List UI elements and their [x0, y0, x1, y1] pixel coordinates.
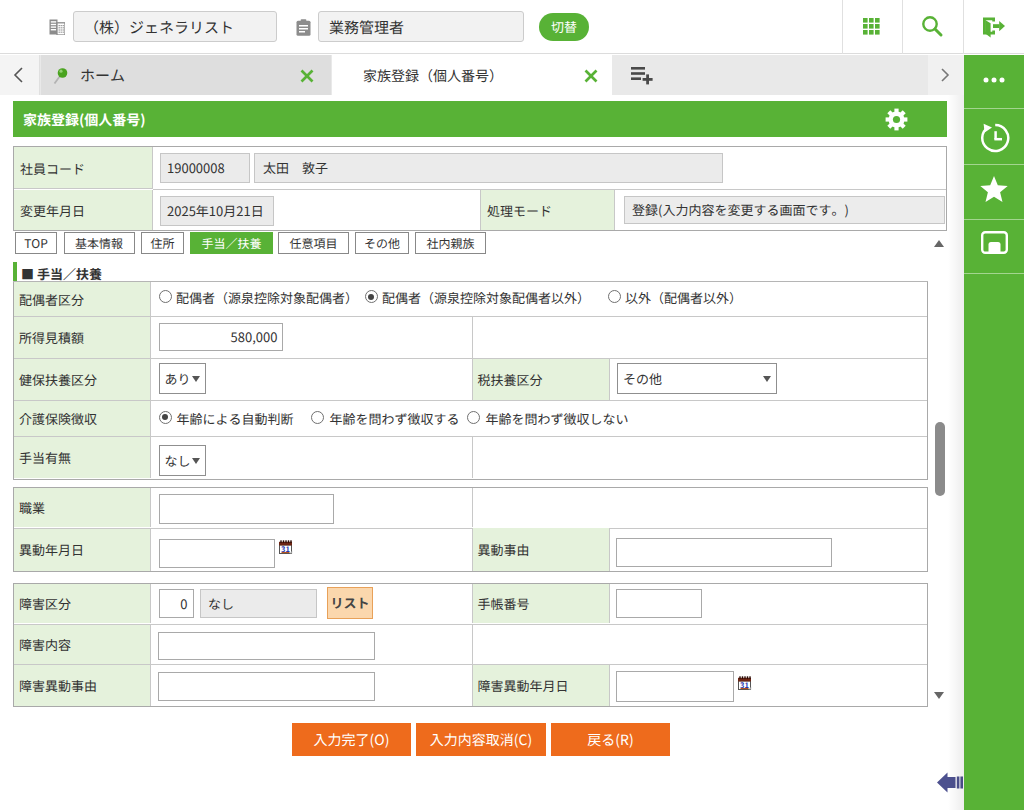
svg-text:31: 31 — [281, 543, 290, 554]
svg-text:31: 31 — [740, 678, 749, 689]
